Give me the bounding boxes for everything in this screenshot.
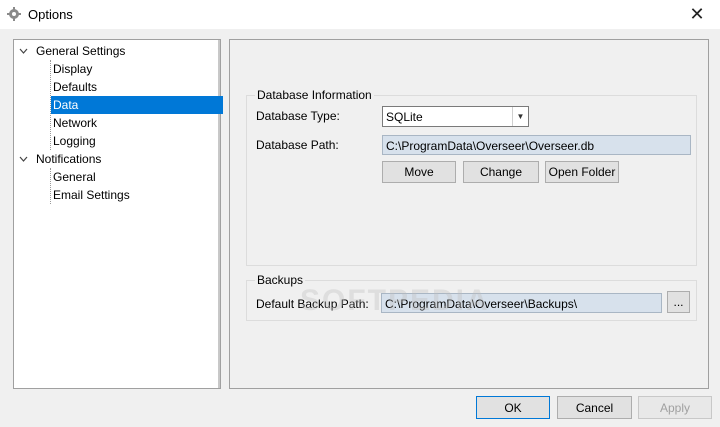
tree-item-label: General (53, 170, 96, 184)
title-bar: Options ✕ (0, 0, 720, 29)
tree-item-general-settings[interactable]: General Settings (34, 42, 127, 60)
move-button[interactable]: Move (382, 161, 456, 183)
tree-item-label: Display (53, 62, 93, 76)
browse-button-label: ... (673, 295, 684, 309)
tree-item-network[interactable]: Network (51, 114, 99, 132)
settings-tree[interactable]: General Settings Display Defaults Data N… (13, 39, 223, 389)
cancel-button-label: Cancel (575, 400, 614, 415)
ok-button[interactable]: OK (476, 396, 550, 419)
dropdown-arrow-icon[interactable]: ▼ (512, 107, 528, 126)
tree-item-label: Logging (53, 134, 96, 148)
database-groupbox: Database Information Database Type: SQLi… (246, 88, 697, 266)
window-title: Options (28, 7, 73, 22)
move-button-label: Move (404, 165, 434, 179)
database-type-select[interactable]: SQLite ▼ (382, 106, 529, 127)
database-path-label: Database Path: (256, 138, 339, 152)
apply-button[interactable]: Apply (638, 396, 712, 419)
backups-legend: Backups (255, 273, 306, 287)
settings-panel: Database Information Database Type: SQLi… (229, 39, 709, 389)
tree-item-label: Data (53, 98, 79, 112)
tree-item-label: Defaults (53, 80, 98, 94)
watermark: SOFTPEDIA (300, 284, 490, 317)
tree-item-defaults[interactable]: Defaults (51, 78, 99, 96)
database-path-field[interactable]: C:\ProgramData\Overseer\Overseer.db (382, 135, 691, 155)
gear-icon (7, 7, 21, 21)
tree-item-label: Email Settings (53, 188, 130, 202)
tree-item-logging[interactable]: Logging (51, 132, 98, 150)
chevron-down-icon[interactable] (17, 42, 29, 60)
tree-item-label: Notifications (36, 152, 102, 166)
browse-button[interactable]: ... (667, 291, 690, 313)
tree-item-label: Network (53, 116, 98, 130)
database-legend: Database Information (255, 88, 374, 102)
cancel-button[interactable]: Cancel (557, 396, 632, 419)
tree-item-label: General Settings (36, 44, 126, 58)
tree-scrollbar[interactable] (218, 40, 220, 388)
change-button-label: Change (479, 165, 523, 179)
tree-item-general[interactable]: General (51, 168, 98, 186)
tree-item-notifications[interactable]: Notifications (34, 150, 103, 168)
change-button[interactable]: Change (463, 161, 539, 183)
ok-button-label: OK (504, 400, 522, 415)
tree-item-email-settings[interactable]: Email Settings (51, 186, 132, 204)
database-type-label: Database Type: (256, 109, 340, 123)
database-path-value: C:\ProgramData\Overseer\Overseer.db (386, 139, 595, 153)
tree-item-data[interactable]: Data (51, 96, 223, 114)
open-folder-button-label: Open Folder (548, 165, 616, 179)
close-icon: ✕ (689, 4, 705, 24)
tree-item-display[interactable]: Display (51, 60, 94, 78)
close-button[interactable]: ✕ (674, 0, 720, 29)
apply-button-label: Apply (659, 400, 691, 415)
open-folder-button[interactable]: Open Folder (545, 161, 619, 183)
chevron-down-icon[interactable] (17, 150, 29, 168)
database-type-value: SQLite (386, 110, 423, 124)
